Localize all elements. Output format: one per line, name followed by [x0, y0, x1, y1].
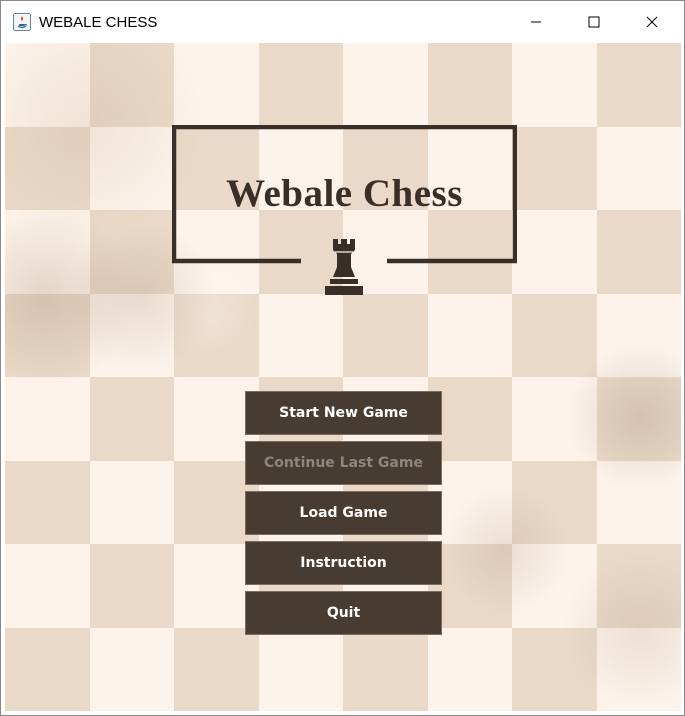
- start-new-game-button[interactable]: Start New Game: [245, 391, 442, 435]
- rook-icon: [321, 237, 367, 302]
- main-menu-panel: Webale Chess Start New Game Continue Las…: [5, 43, 681, 711]
- logo-title: Webale Chess: [226, 172, 463, 215]
- instruction-button[interactable]: Instruction: [245, 541, 442, 585]
- main-menu: Start New Game Continue Last Game Load G…: [245, 391, 442, 641]
- title-bar[interactable]: WEBALE CHESS: [1, 1, 684, 42]
- close-button[interactable]: [623, 1, 681, 42]
- game-logo: Webale Chess: [172, 125, 517, 300]
- continue-last-game-button[interactable]: Continue Last Game: [245, 441, 442, 485]
- maximize-icon: [588, 16, 600, 28]
- quit-button[interactable]: Quit: [245, 591, 442, 635]
- java-app-icon: [13, 13, 31, 31]
- window-title: WEBALE CHESS: [39, 14, 158, 31]
- app-window: WEBALE CHESS Webale Chess Start New Game…: [0, 0, 685, 716]
- minimize-icon: [530, 16, 542, 28]
- load-game-button[interactable]: Load Game: [245, 491, 442, 535]
- maximize-button[interactable]: [565, 1, 623, 42]
- minimize-button[interactable]: [507, 1, 565, 42]
- close-icon: [646, 16, 658, 28]
